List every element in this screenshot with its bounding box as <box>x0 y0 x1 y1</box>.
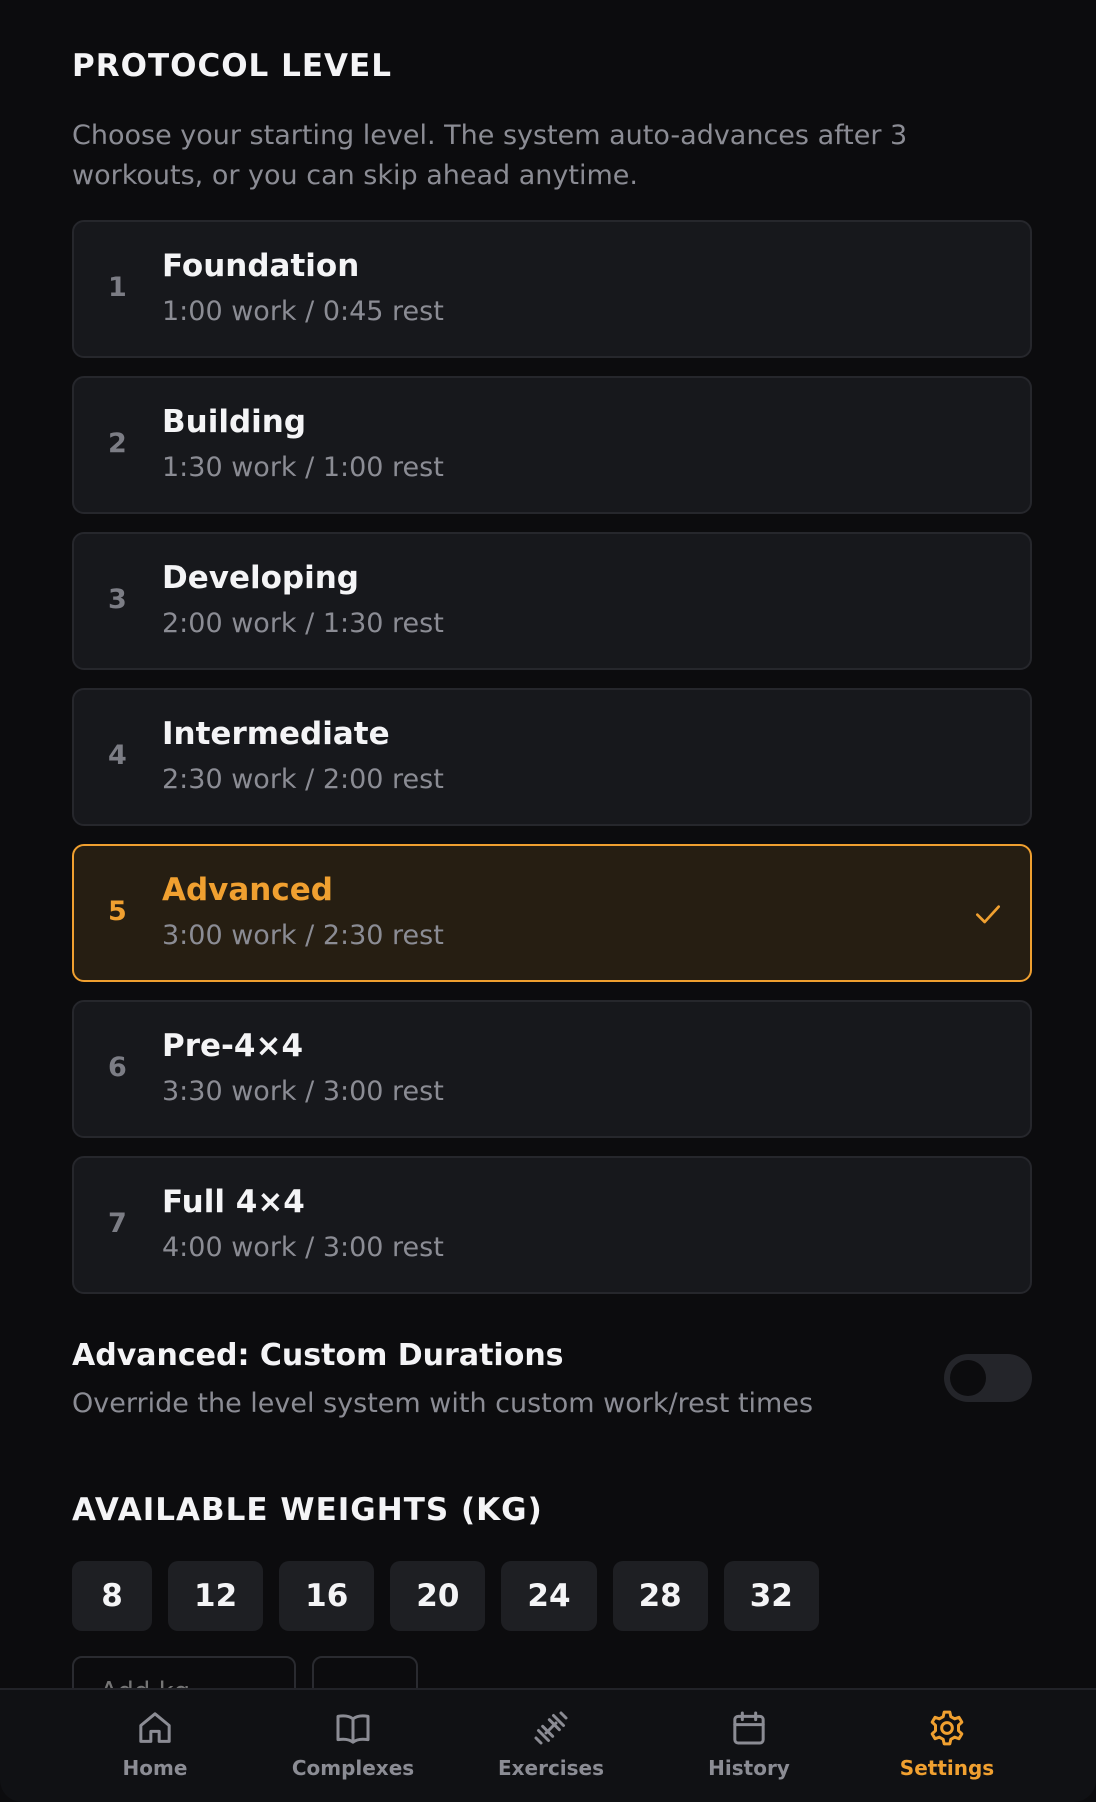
nav-label: Exercises <box>497 1756 605 1780</box>
weight-chip-28[interactable]: 28 <box>612 1561 708 1631</box>
nav-label: Settings <box>899 1756 995 1780</box>
level-card-6[interactable]: 6 Pre-4×4 3:30 work / 3:00 rest <box>72 1000 1032 1138</box>
level-detail: 3:30 work / 3:00 rest <box>162 1076 444 1107</box>
level-card-4[interactable]: 4 Intermediate 2:30 work / 2:00 rest <box>72 688 1032 826</box>
settings-page: PROTOCOL LEVEL Choose your starting leve… <box>0 0 1096 1802</box>
gear-icon <box>930 1710 964 1746</box>
level-number: 7 <box>108 1208 127 1239</box>
level-number: 6 <box>108 1052 127 1083</box>
nav-complexes[interactable]: Complexes <box>273 1708 433 1798</box>
weight-chip-24[interactable]: 24 <box>501 1561 597 1631</box>
level-detail: 2:00 work / 1:30 rest <box>162 608 444 639</box>
weight-chip-20[interactable]: 20 <box>390 1561 486 1631</box>
home-icon <box>139 1712 171 1743</box>
book-icon <box>336 1714 370 1744</box>
nav-label: History <box>708 1756 790 1780</box>
weight-chip-12[interactable]: 12 <box>168 1561 264 1631</box>
weight-chip-8[interactable]: 8 <box>72 1561 152 1631</box>
level-card-1[interactable]: 1 Foundation 1:00 work / 0:45 rest <box>72 220 1032 358</box>
toggle-knob <box>950 1360 986 1396</box>
weight-chip-32[interactable]: 32 <box>723 1561 819 1631</box>
level-number: 4 <box>108 740 127 771</box>
level-detail: 1:00 work / 0:45 rest <box>162 296 444 327</box>
level-detail: 3:00 work / 2:30 rest <box>162 920 444 951</box>
level-number: 1 <box>108 272 127 303</box>
custom-durations-description: Override the level system with custom wo… <box>72 1388 814 1419</box>
nav-exercises[interactable]: Exercises <box>471 1708 631 1798</box>
nav-home[interactable]: Home <box>75 1708 235 1798</box>
level-name: Building <box>162 404 307 440</box>
available-weights-title: AVAILABLE WEIGHTS (KG) <box>72 1492 543 1528</box>
level-name: Intermediate <box>162 716 390 752</box>
level-name: Pre-4×4 <box>162 1028 304 1064</box>
level-number: 2 <box>108 428 127 459</box>
level-name: Foundation <box>162 248 360 284</box>
bottom-nav: Home Complexes Exercises History Setting… <box>0 1688 1096 1802</box>
nav-label: Complexes <box>291 1756 415 1780</box>
protocol-level-title: PROTOCOL LEVEL <box>72 48 392 84</box>
level-name: Advanced <box>162 872 333 908</box>
nav-label: Home <box>122 1756 188 1780</box>
level-name: Developing <box>162 560 359 596</box>
weights-list: 8 12 16 20 24 28 32 <box>72 1561 819 1631</box>
custom-durations-toggle[interactable] <box>944 1354 1032 1402</box>
level-card-2[interactable]: 2 Building 1:30 work / 1:00 rest <box>72 376 1032 514</box>
checkmark-icon <box>976 905 1000 924</box>
level-detail: 2:30 work / 2:00 rest <box>162 764 444 795</box>
level-card-5[interactable]: 5 Advanced 3:00 work / 2:30 rest <box>72 844 1032 982</box>
level-detail: 4:00 work / 3:00 rest <box>162 1232 444 1263</box>
level-name: Full 4×4 <box>162 1184 305 1220</box>
calendar-icon <box>733 1711 765 1745</box>
protocol-level-description: Choose your starting level. The system a… <box>72 120 908 191</box>
nav-settings[interactable]: Settings <box>867 1708 1027 1798</box>
dumbbell-icon <box>534 1711 568 1745</box>
level-card-7[interactable]: 7 Full 4×4 4:00 work / 3:00 rest <box>72 1156 1032 1294</box>
level-number: 3 <box>108 584 127 615</box>
level-card-3[interactable]: 3 Developing 2:00 work / 1:30 rest <box>72 532 1032 670</box>
weight-chip-16[interactable]: 16 <box>279 1561 375 1631</box>
custom-durations-title: Advanced: Custom Durations <box>72 1338 564 1373</box>
level-number: 5 <box>108 896 127 927</box>
nav-history[interactable]: History <box>669 1708 829 1798</box>
level-detail: 1:30 work / 1:00 rest <box>162 452 444 483</box>
